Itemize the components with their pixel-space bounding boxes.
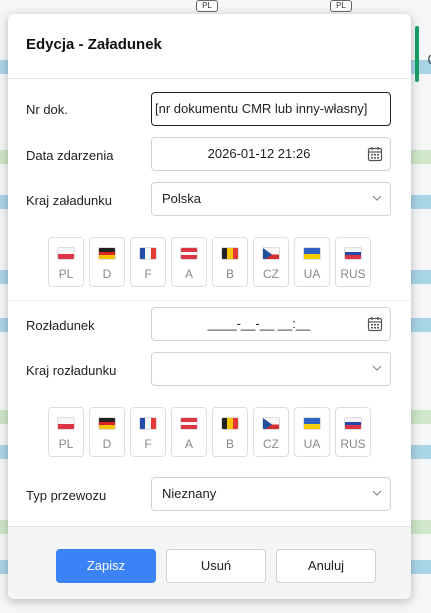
- transport-type-value: Nieznany: [162, 486, 217, 501]
- flag-button-cz[interactable]: CZ: [253, 237, 289, 287]
- flag-button-ua[interactable]: UA: [294, 407, 330, 457]
- flag-code: RUS: [340, 437, 366, 451]
- chevron-down-icon: [372, 490, 382, 496]
- austria-flag-icon: [180, 417, 198, 430]
- dialog-footer: Zapisz Usuń Anuluj: [8, 526, 411, 599]
- flag-button-pl[interactable]: PL: [48, 237, 84, 287]
- flag-button-a[interactable]: A: [171, 407, 207, 457]
- flag-code: A: [184, 267, 193, 281]
- header-divider: [8, 78, 411, 79]
- flag-button-pl[interactable]: PL: [48, 407, 84, 457]
- russia-flag-icon: [344, 247, 362, 260]
- czech-flag-icon: [262, 247, 280, 260]
- transport-type-select[interactable]: Nieznany: [151, 477, 391, 511]
- poland-flag-icon: [57, 247, 75, 260]
- unloading-date-input[interactable]: ____-__-__ __:__: [151, 307, 391, 341]
- unloading-country-select[interactable]: [151, 352, 391, 386]
- belgium-flag-icon: [221, 417, 239, 430]
- delete-button[interactable]: Usuń: [166, 549, 266, 583]
- flag-button-b[interactable]: B: [212, 237, 248, 287]
- austria-flag-icon: [180, 247, 198, 260]
- background-tag: PL: [330, 0, 352, 12]
- poland-flag-icon: [57, 417, 75, 430]
- flag-button-d[interactable]: D: [89, 407, 125, 457]
- event-date-input[interactable]: 2026-01-12 21:26: [151, 137, 391, 171]
- chevron-down-icon: [372, 365, 382, 371]
- france-flag-icon: [139, 417, 157, 430]
- flag-code: UA: [303, 267, 321, 281]
- flag-button-ua[interactable]: UA: [294, 237, 330, 287]
- unloading-date-value: ____-__-__ __:__: [207, 316, 311, 331]
- flag-code: CZ: [263, 267, 279, 281]
- unloading-country-label: Kraj rozładunku: [26, 363, 117, 378]
- flag-code: PL: [58, 267, 74, 281]
- flag-code: RUS: [340, 267, 366, 281]
- ukraine-flag-icon: [303, 247, 321, 260]
- section-divider: [8, 300, 411, 301]
- event-date-label: Data zdarzenia: [26, 148, 114, 163]
- chevron-down-icon: [372, 195, 382, 201]
- background-tag: PL: [196, 0, 218, 12]
- unloading-flag-buttons: PL D F A B CZ UA RUS: [48, 407, 371, 457]
- loading-country-value: Polska: [162, 191, 202, 206]
- flag-code: F: [144, 267, 152, 281]
- flag-code: CZ: [263, 437, 279, 451]
- flag-button-rus[interactable]: RUS: [335, 237, 371, 287]
- flag-code: B: [225, 267, 234, 281]
- save-button[interactable]: Zapisz: [56, 549, 156, 583]
- flag-button-cz[interactable]: CZ: [253, 407, 289, 457]
- flag-code: D: [102, 267, 112, 281]
- flag-code: UA: [303, 437, 321, 451]
- germany-flag-icon: [98, 417, 116, 430]
- calendar-icon[interactable]: [367, 146, 383, 162]
- dialog-title: Edycja - Załadunek: [26, 36, 162, 53]
- transport-type-label: Typ przewozu: [26, 488, 107, 503]
- flag-code: PL: [58, 437, 74, 451]
- flag-code: F: [144, 437, 152, 451]
- doc-number-input[interactable]: [nr dokumentu CMR lub inny-własny]: [151, 92, 391, 126]
- doc-number-label: Nr dok.: [26, 102, 68, 117]
- background-marker: [415, 26, 419, 82]
- flag-code: A: [184, 437, 193, 451]
- loading-country-select[interactable]: Polska: [151, 182, 391, 216]
- france-flag-icon: [139, 247, 157, 260]
- germany-flag-icon: [98, 247, 116, 260]
- flag-button-rus[interactable]: RUS: [335, 407, 371, 457]
- loading-flag-buttons: PL D F A B CZ UA RUS: [48, 237, 371, 287]
- loading-country-label: Kraj załadunku: [26, 193, 112, 208]
- flag-button-b[interactable]: B: [212, 407, 248, 457]
- edit-loading-dialog: Edycja - Załadunek Nr dok. [nr dokumentu…: [8, 14, 411, 599]
- calendar-icon[interactable]: [367, 316, 383, 332]
- flag-button-a[interactable]: A: [171, 237, 207, 287]
- flag-button-f[interactable]: F: [130, 407, 166, 457]
- cancel-button[interactable]: Anuluj: [276, 549, 376, 583]
- unloading-label: Rozładunek: [26, 318, 95, 333]
- event-date-value: 2026-01-12 21:26: [207, 146, 311, 161]
- czech-flag-icon: [262, 417, 280, 430]
- flag-code: B: [225, 437, 234, 451]
- flag-code: D: [102, 437, 112, 451]
- belgium-flag-icon: [221, 247, 239, 260]
- flag-button-d[interactable]: D: [89, 237, 125, 287]
- flag-button-f[interactable]: F: [130, 237, 166, 287]
- ukraine-flag-icon: [303, 417, 321, 430]
- russia-flag-icon: [344, 417, 362, 430]
